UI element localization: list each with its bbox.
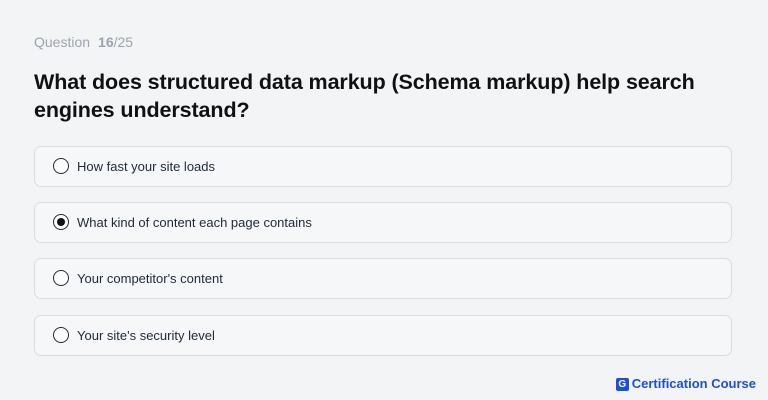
radio-button[interactable] xyxy=(53,327,69,343)
question-text: What does structured data markup (Schema… xyxy=(34,70,695,122)
question-counter: Question 16/25 xyxy=(34,34,133,50)
question-current-number: 16 xyxy=(98,34,114,50)
question-total-number: 25 xyxy=(117,34,134,50)
brand-logo-icon: G xyxy=(615,377,629,391)
answer-option-4[interactable]: Your site's security level xyxy=(34,315,732,356)
brand-logo: G Certification Course xyxy=(615,376,756,392)
question-counter-label: Question xyxy=(34,34,91,50)
answer-option-label: How fast your site loads xyxy=(77,159,216,174)
answer-option-label: Your site's security level xyxy=(77,328,215,343)
answer-option-2[interactable]: What kind of content each page contains xyxy=(34,202,732,243)
radio-button[interactable] xyxy=(53,158,69,174)
brand-name: Certification Course xyxy=(631,376,756,391)
answer-option-label: Your competitor's content xyxy=(77,271,223,286)
answer-option-1[interactable]: How fast your site loads xyxy=(34,146,732,187)
answer-option-3[interactable]: Your competitor's content xyxy=(34,258,732,299)
quiz-container: Question 16/25 What does structured data … xyxy=(0,0,768,400)
radio-button[interactable] xyxy=(53,270,69,286)
radio-button-selected[interactable] xyxy=(53,214,69,230)
answer-option-label: What kind of content each page contains xyxy=(77,215,312,230)
